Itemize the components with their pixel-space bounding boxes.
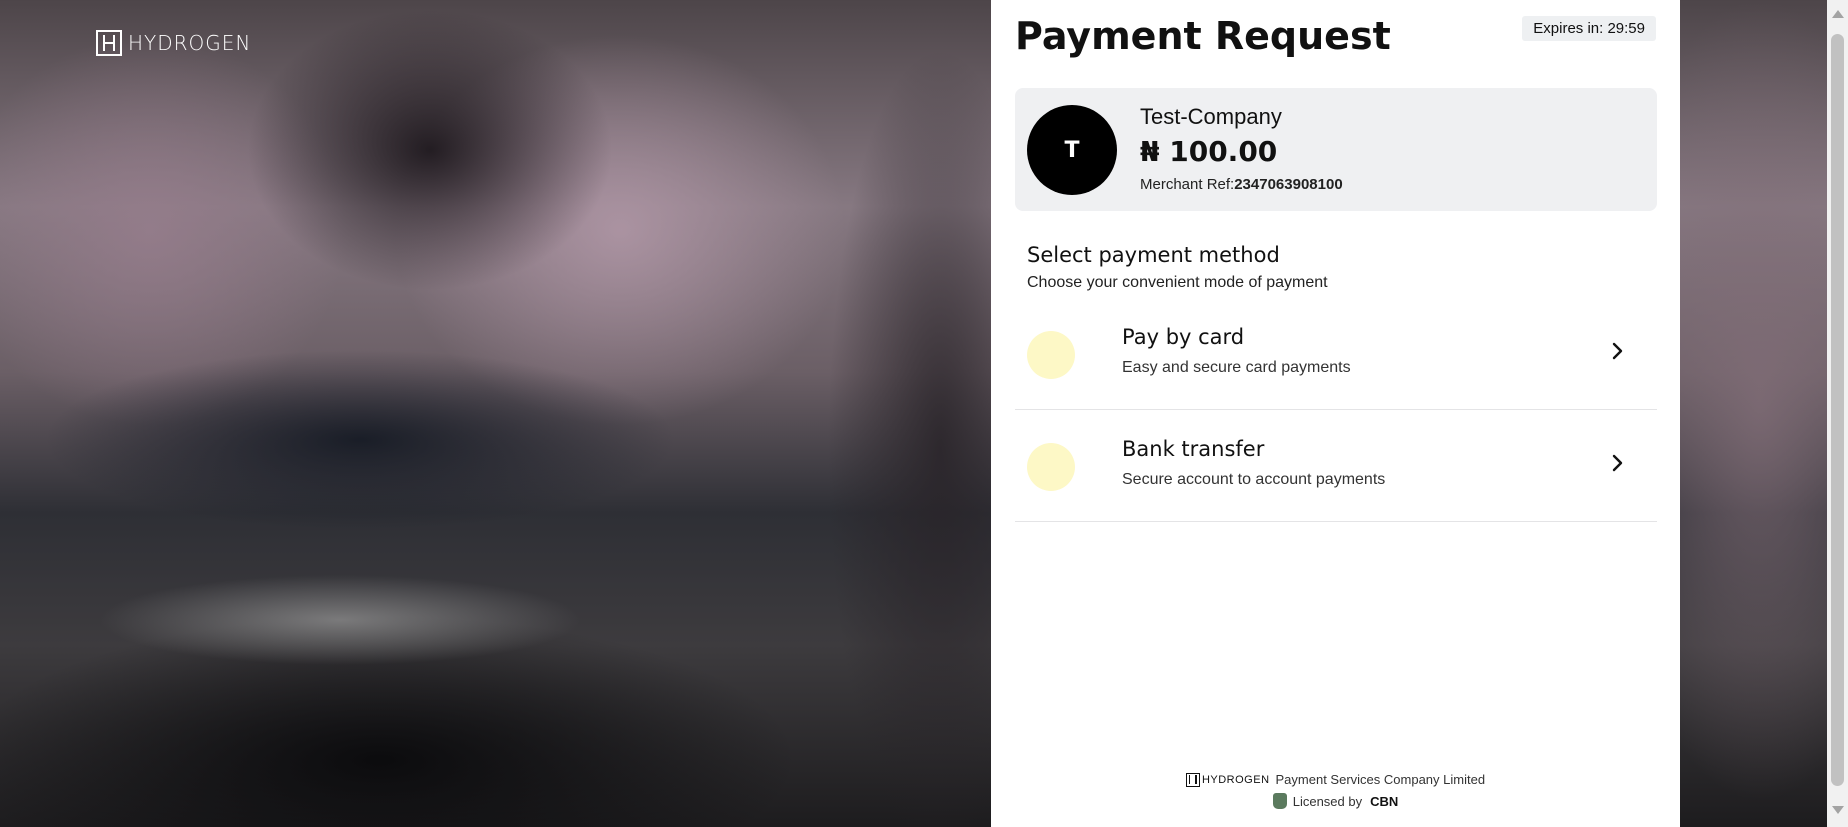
card-method-icon: [1027, 331, 1075, 379]
merchant-card: T Test-Company ₦ 100.00 Merchant Ref:234…: [1015, 88, 1657, 211]
method-subtitle: Easy and secure card payments: [1122, 359, 1351, 376]
footer: HYDROGEN Payment Services Company Limite…: [991, 772, 1680, 809]
section-subtitle: Choose your convenient mode of payment: [1027, 274, 1328, 291]
merchant-avatar: T: [1027, 105, 1117, 195]
cbn-seal-icon: [1272, 793, 1287, 809]
footer-brand: HYDROGEN: [1201, 773, 1270, 786]
merchant-ref-label: Merchant Ref:: [1140, 176, 1235, 193]
chevron-right-icon[interactable]: [1607, 341, 1627, 361]
page-title: Payment Request: [1015, 14, 1391, 58]
page-scrollbar[interactable]: [1827, 0, 1848, 827]
method-title: Bank transfer: [1122, 437, 1265, 461]
expiry-timer: Expires in: 29:59: [1522, 16, 1656, 41]
scroll-thumb[interactable]: [1831, 34, 1844, 786]
method-title: Pay by card: [1122, 325, 1245, 349]
merchant-ref: Merchant Ref:2347063908100: [1140, 176, 1343, 193]
payment-amount: ₦ 100.00: [1140, 135, 1278, 168]
hydrogen-logo-icon: [1185, 772, 1200, 787]
bank-method-icon: [1027, 443, 1075, 491]
merchant-ref-value: 2347063908100: [1234, 176, 1343, 193]
scroll-down-arrow-icon[interactable]: [1832, 806, 1844, 814]
footer-logo: HYDROGEN: [1185, 772, 1270, 787]
brand-name: HYDROGEN: [128, 31, 252, 55]
bank-transfer-option[interactable]: Bank transfer Secure account to account …: [1015, 409, 1657, 522]
brand-logo: HYDROGEN: [96, 30, 251, 56]
merchant-name: Test-Company: [1140, 104, 1282, 129]
scroll-up-arrow-icon[interactable]: [1832, 10, 1844, 18]
regulator-name: CBN: [1370, 793, 1399, 809]
pay-by-card-option[interactable]: Pay by card Easy and secure card payment…: [1015, 297, 1657, 410]
footer-company: Payment Services Company Limited: [1275, 772, 1486, 787]
section-title: Select payment method: [1027, 243, 1280, 267]
method-subtitle: Secure account to account payments: [1122, 471, 1386, 488]
payment-panel: Payment Request Expires in: 29:59 T Test…: [991, 0, 1680, 827]
licensed-by-label: Licensed by: [1292, 793, 1363, 809]
hydrogen-logo-icon: [96, 30, 122, 56]
chevron-right-icon[interactable]: [1607, 453, 1627, 473]
